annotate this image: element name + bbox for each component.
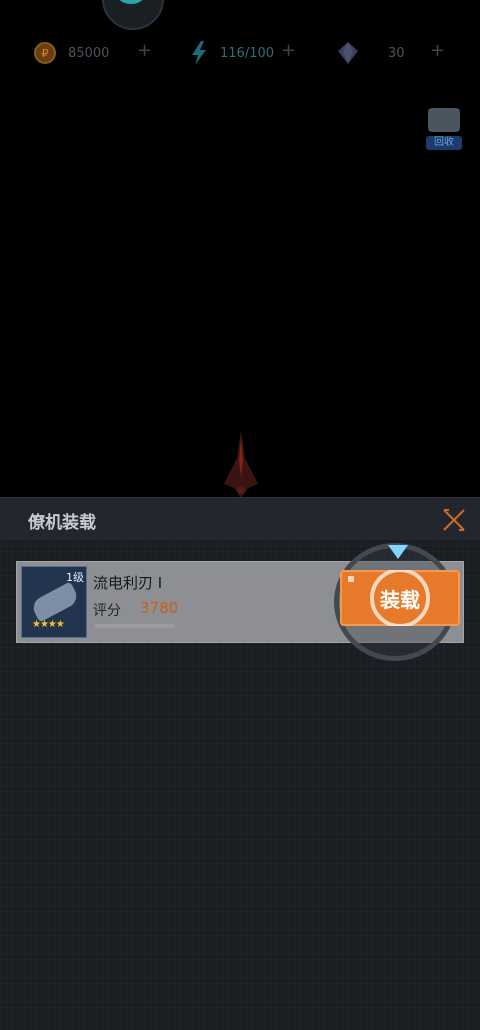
coin-counter: ₽ 85000: [34, 40, 109, 66]
top-bar: ₽ 85000 + 116/100 + 30 +: [0, 0, 480, 110]
gem-icon: [336, 41, 360, 65]
score-label: 评分: [93, 603, 121, 619]
wingman-name: 流电利刃 I: [93, 574, 163, 592]
panel-title: 僚机装载: [28, 513, 96, 533]
coin-value: 85000: [68, 45, 110, 61]
wingman-ship-icon: [29, 581, 81, 623]
divider: [95, 624, 175, 628]
player-avatar[interactable]: [102, 0, 164, 30]
bird-icon: [118, 0, 144, 4]
add-gems-button[interactable]: +: [430, 40, 445, 61]
equip-button[interactable]: 装载: [340, 570, 460, 626]
gem-value: 30: [388, 45, 405, 61]
player-ship: [218, 428, 264, 500]
star-rating: ★★★★: [32, 619, 65, 630]
recycle-button[interactable]: 回收: [424, 102, 464, 150]
wingman-thumbnail: 1级 ★★★★: [21, 566, 87, 638]
chest-icon: [428, 108, 460, 132]
recycle-label: 回收: [426, 136, 462, 150]
score-value: 3780: [140, 599, 179, 617]
coin-icon: ₽: [34, 42, 56, 64]
energy-value: 116/100: [220, 45, 275, 61]
add-coins-button[interactable]: +: [137, 40, 152, 61]
close-button[interactable]: [440, 506, 468, 534]
lightning-icon: [190, 41, 208, 65]
pointer-arrow-icon: [388, 545, 408, 559]
equip-button-label: 装载: [380, 588, 420, 612]
close-icon: [443, 509, 465, 531]
add-energy-button[interactable]: +: [281, 40, 296, 61]
gem-counter: 30: [336, 40, 405, 66]
panel-header: 僚机装载: [0, 497, 480, 540]
energy-counter: 116/100: [190, 40, 274, 66]
